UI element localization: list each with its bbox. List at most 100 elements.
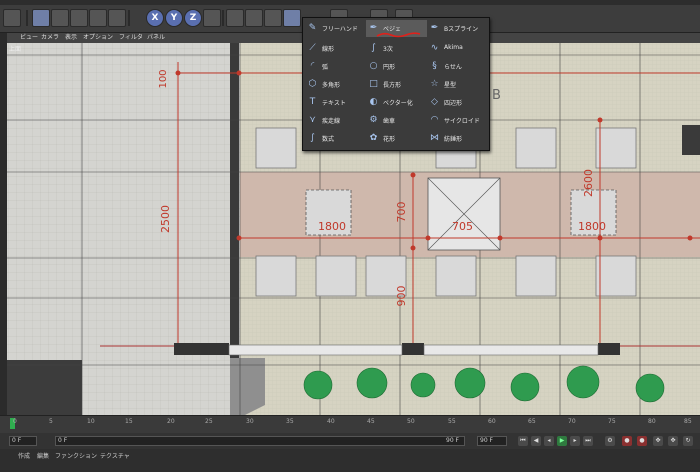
spline-pen-icon[interactable] <box>283 9 301 27</box>
material-menu-edit[interactable]: 編集 <box>37 451 49 460</box>
arc-icon: ◜ <box>310 61 315 71</box>
menu-item-rectangle[interactable]: □ 長方形 <box>366 76 427 93</box>
timeline-settings-icon[interactable]: ⚙ <box>605 436 615 446</box>
viewport-label: 上面 <box>9 46 22 53</box>
profile-icon: ⋈ <box>430 133 439 143</box>
menu-item-star[interactable]: ☆ 星型 <box>427 76 488 93</box>
record-icon[interactable]: ● <box>622 436 632 446</box>
circle-icon: ○ <box>369 61 378 71</box>
ramp-shape <box>230 358 265 415</box>
previous-frame-icon[interactable]: ◂ <box>544 436 554 446</box>
keyframe-rotation-icon[interactable]: ↻ <box>683 436 693 446</box>
timeline-tick: 0 <box>13 418 17 425</box>
go-to-end-icon[interactable]: ⏭ <box>583 436 593 446</box>
x-axis-lock-button[interactable]: X <box>146 9 164 27</box>
red-annotation-underline <box>376 32 421 38</box>
viewport-menu-display[interactable]: 表示 <box>65 33 77 43</box>
material-menu-create[interactable]: 作成 <box>18 451 30 460</box>
previous-key-icon[interactable]: ◀ <box>531 436 541 446</box>
menu-item-polygon[interactable]: ⬡ 多角形 <box>305 76 366 93</box>
cube-icon[interactable] <box>264 9 282 27</box>
menu-item-cogwheel[interactable]: ⚙ 歯車 <box>366 112 427 129</box>
dimension-label: 1800 <box>318 220 346 233</box>
y-axis-lock-button[interactable]: Y <box>165 9 183 27</box>
timeline-tick: 40 <box>327 418 335 425</box>
timeline-ruler[interactable]: 0 5 10 15 20 25 30 35 40 45 50 55 60 65 … <box>0 415 700 434</box>
menu-item-text[interactable]: T テキスト <box>305 94 366 111</box>
left-mode-toolbar[interactable] <box>0 33 7 415</box>
keyframe-position-icon[interactable]: ✥ <box>668 436 678 446</box>
material-menu-texture[interactable]: テクスチャ <box>100 451 130 460</box>
flower-icon: ✿ <box>369 133 378 143</box>
menu-item-flower[interactable]: ✿ 花形 <box>366 130 427 147</box>
dimension-label: 1800 <box>578 220 606 233</box>
dimension-label: 2500 <box>159 205 172 233</box>
z-axis-lock-button[interactable]: Z <box>184 9 202 27</box>
scale-tool-icon[interactable] <box>70 9 88 27</box>
undo-icon[interactable] <box>3 9 21 27</box>
timeline-tick: 65 <box>528 418 536 425</box>
viewport-menu-camera[interactable]: カメラ <box>41 33 59 43</box>
keyframe-selection-icon[interactable]: ✥ <box>653 436 663 446</box>
timeline-tick: 30 <box>246 418 254 425</box>
viewport-menu-panel[interactable]: パネル <box>147 33 165 43</box>
menu-item-helix[interactable]: § らせん <box>427 58 488 75</box>
add-tool-icon[interactable] <box>108 9 126 27</box>
viewport-menu-view[interactable]: ビュー <box>20 33 38 43</box>
bspline-icon: ✒ <box>430 23 439 33</box>
dark-block <box>7 360 82 415</box>
end-frame-field[interactable]: 90 F <box>477 436 507 446</box>
next-frame-icon[interactable]: ▸ <box>570 436 580 446</box>
menu-item-akima[interactable]: ∿ Akima <box>427 40 488 57</box>
menu-item-profile[interactable]: ⋈ 紡錘形 <box>427 130 488 147</box>
freehand-icon: ✎ <box>308 23 317 33</box>
section-letter: B <box>492 88 501 103</box>
toolbar-separator <box>26 10 28 26</box>
timeline-tick: 10 <box>87 418 95 425</box>
akima-icon: ∿ <box>430 43 439 53</box>
cubic-icon: ∫ <box>371 43 376 53</box>
menu-item-bezier[interactable]: ✒ ベジェ <box>366 20 427 38</box>
move-tool-icon[interactable] <box>51 9 69 27</box>
menu-item-vectorize[interactable]: ◐ ベクター化 <box>366 94 427 111</box>
coordinate-system-icon[interactable] <box>203 9 221 27</box>
viewport-menu-options[interactable]: オプション <box>83 33 113 43</box>
menu-item-four-side[interactable]: ◇ 四辺形 <box>427 94 488 111</box>
material-menu-function[interactable]: ファンクション <box>55 451 97 460</box>
timeline-tick: 5 <box>49 418 53 425</box>
timeline-tick: 25 <box>205 418 213 425</box>
menu-item-cubic[interactable]: ∫ 3次 <box>366 40 427 57</box>
timeline-tick: 15 <box>125 418 133 425</box>
menu-item-formula[interactable]: ∫ 数式 <box>305 130 366 147</box>
vectorize-icon: ◐ <box>369 97 378 107</box>
select-tool-icon[interactable] <box>32 9 50 27</box>
timeline-tick: 80 <box>648 418 656 425</box>
menu-item-arc[interactable]: ◜ 弧 <box>305 58 366 75</box>
rotate-tool-icon[interactable] <box>89 9 107 27</box>
timeline-tick: 60 <box>488 418 496 425</box>
menu-item-cissoid[interactable]: ⋎ 疾走線 <box>305 112 366 129</box>
menu-item-circle[interactable]: ○ 円形 <box>366 58 427 75</box>
autokey-icon[interactable]: ● <box>637 436 647 446</box>
menu-item-linear[interactable]: ⟋ 線形 <box>305 40 366 57</box>
dimension-label: 2600 <box>582 169 595 197</box>
spline-palette: ✎ フリーハンド ✒ ベジェ ✒ Bスプライン ⟋ 線形 ∫ 3次 ∿ Akim… <box>302 17 490 151</box>
render-picture-viewer-icon[interactable] <box>245 9 263 27</box>
current-frame-field[interactable]: 0 F <box>9 436 37 446</box>
menu-item-bspline[interactable]: ✒ Bスプライン <box>427 20 488 37</box>
range-end-label: 90 F <box>446 437 459 444</box>
frame-range-slider[interactable]: 0 F <box>55 436 465 446</box>
playback-controls: 0 F 0 F 90 F 90 F ⏮ ◀ ◂ ▶ ▸ ⏭ ⚙ ● ● ✥ ✥ … <box>0 433 700 449</box>
menu-item-cycloid[interactable]: ◠ サイクロイド <box>427 112 488 129</box>
text-icon: T <box>309 97 316 107</box>
wall-left <box>230 43 239 358</box>
go-to-start-icon[interactable]: ⏮ <box>518 436 528 446</box>
menu-item-freehand[interactable]: ✎ フリーハンド <box>305 20 366 37</box>
rectangle-icon: □ <box>369 79 378 89</box>
play-icon[interactable]: ▶ <box>557 436 567 446</box>
helix-icon: § <box>432 61 437 71</box>
dimension-label: 900 <box>395 285 408 307</box>
timeline-tick: 70 <box>568 418 576 425</box>
render-view-icon[interactable] <box>226 9 244 27</box>
viewport-menu-filter[interactable]: フィルタ <box>119 33 143 43</box>
